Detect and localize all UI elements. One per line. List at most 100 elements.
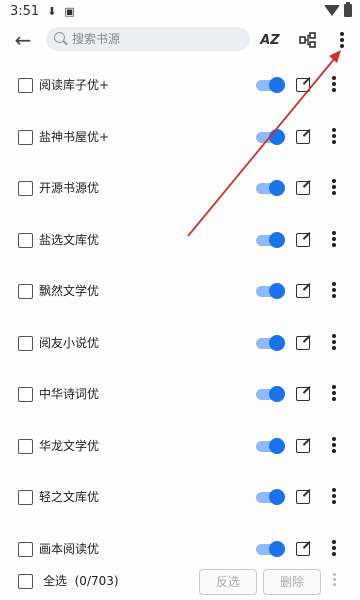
- edit-icon[interactable]: [296, 490, 310, 504]
- back-button[interactable]: ←: [10, 26, 36, 54]
- row-more-button[interactable]: [328, 230, 340, 249]
- switch-thumb: [269, 386, 285, 402]
- row-more-button[interactable]: [328, 333, 340, 352]
- row-more-button[interactable]: [328, 179, 340, 197]
- row-checkbox[interactable]: [18, 78, 33, 93]
- bottom-more-button[interactable]: [333, 573, 336, 586]
- more-vert-icon: [328, 282, 340, 298]
- row-checkbox[interactable]: [18, 541, 33, 557]
- select-all-label[interactable]: 全选 (0/703): [43, 572, 119, 590]
- more-vert-icon: [328, 179, 340, 195]
- source-name: 华龙文学优: [39, 438, 100, 453]
- switch-thumb: [269, 283, 285, 299]
- edit-icon[interactable]: [296, 181, 310, 195]
- delete-button[interactable]: 删除: [263, 569, 321, 595]
- switch-thumb: [269, 540, 285, 557]
- row-checkbox[interactable]: [18, 181, 33, 196]
- more-vert-icon: [328, 539, 340, 556]
- switch-thumb: [269, 489, 285, 505]
- enable-switch[interactable]: [256, 385, 285, 403]
- source-name: 阅读库子优+: [39, 78, 110, 92]
- more-options-button[interactable]: [332, 28, 352, 52]
- list-item[interactable]: 华龙文学优: [0, 421, 360, 473]
- enable-switch[interactable]: [256, 282, 285, 300]
- row-more-button[interactable]: [328, 539, 340, 558]
- more-vert-icon: [328, 488, 340, 504]
- edit-icon[interactable]: [296, 232, 310, 247]
- more-vert-icon: [333, 573, 336, 586]
- switch-thumb: [269, 334, 285, 351]
- source-name: 轻之文库优: [39, 490, 100, 504]
- row-more-button[interactable]: [328, 76, 340, 94]
- switch-thumb: [269, 128, 285, 145]
- wifi-icon: [324, 5, 340, 16]
- enable-switch[interactable]: [256, 179, 285, 197]
- source-name: 飘然文学优: [39, 284, 100, 298]
- download-icon: ⬇: [47, 4, 57, 18]
- enable-switch[interactable]: [256, 76, 285, 94]
- sort-button[interactable]: AZ: [258, 28, 282, 52]
- switch-thumb: [269, 180, 285, 196]
- row-checkbox[interactable]: [18, 232, 33, 248]
- list-item[interactable]: 盐选文库优: [0, 215, 360, 267]
- enable-switch[interactable]: [256, 334, 285, 352]
- edit-icon[interactable]: [296, 387, 310, 401]
- search-box[interactable]: [46, 27, 250, 51]
- row-checkbox[interactable]: [18, 387, 33, 402]
- list-item[interactable]: 盐神书屋优+: [0, 112, 360, 164]
- row-checkbox[interactable]: [18, 284, 33, 299]
- enable-switch[interactable]: [256, 488, 285, 506]
- source-name: 阅友小说优: [39, 335, 100, 350]
- source-name: 中华诗词优: [39, 387, 100, 401]
- row-more-button[interactable]: [328, 488, 340, 506]
- enable-switch[interactable]: [256, 437, 285, 455]
- group-button[interactable]: [297, 28, 319, 52]
- source-name: 画本阅读优: [39, 541, 100, 556]
- invert-selection-button[interactable]: 反选: [199, 569, 257, 595]
- source-name: 盐神书屋优+: [39, 129, 110, 144]
- enable-switch[interactable]: [256, 540, 285, 558]
- status-bar: 3:51 ⬇ ▣: [0, 0, 360, 22]
- more-vert-icon: [328, 230, 340, 247]
- more-vert-icon: [340, 32, 344, 48]
- row-checkbox[interactable]: [18, 335, 33, 351]
- row-more-button[interactable]: [328, 127, 340, 146]
- list-item[interactable]: 轻之文库优: [0, 472, 360, 524]
- edit-icon[interactable]: [296, 438, 310, 453]
- more-vert-icon: [328, 385, 340, 401]
- row-checkbox[interactable]: [18, 438, 33, 454]
- row-checkbox[interactable]: [18, 490, 33, 505]
- edit-icon[interactable]: [296, 335, 310, 350]
- switch-thumb: [269, 437, 285, 454]
- switch-thumb: [269, 77, 285, 93]
- switch-thumb: [269, 231, 285, 248]
- edit-icon[interactable]: [296, 129, 310, 144]
- row-more-button[interactable]: [328, 282, 340, 300]
- enable-switch[interactable]: [256, 128, 285, 146]
- search-icon: [54, 32, 65, 43]
- row-checkbox[interactable]: [18, 129, 33, 145]
- more-vert-icon: [328, 333, 340, 350]
- list-item[interactable]: 阅读库子优+: [0, 60, 360, 112]
- search-input[interactable]: [72, 27, 242, 51]
- list-item[interactable]: 阅友小说优: [0, 318, 360, 370]
- enable-switch[interactable]: [256, 231, 285, 249]
- group-icon: [299, 32, 316, 48]
- app-a-icon: ▣: [64, 4, 75, 18]
- row-more-button[interactable]: [328, 436, 340, 455]
- select-all-checkbox[interactable]: [18, 574, 33, 589]
- row-more-button[interactable]: [328, 385, 340, 403]
- sort-az-icon: AZ: [260, 32, 280, 48]
- edit-icon[interactable]: [296, 78, 310, 92]
- more-vert-icon: [328, 436, 340, 453]
- toolbar: ← AZ: [0, 22, 360, 58]
- source-name: 开源书源优: [39, 181, 100, 195]
- status-time: 3:51: [10, 3, 40, 19]
- more-vert-icon: [328, 127, 340, 144]
- list-item[interactable]: 飘然文学优: [0, 266, 360, 318]
- edit-icon[interactable]: [296, 541, 310, 556]
- more-vert-icon: [328, 76, 340, 92]
- edit-icon[interactable]: [296, 284, 310, 298]
- list-item[interactable]: 中华诗词优: [0, 369, 360, 421]
- list-item[interactable]: 开源书源优: [0, 163, 360, 215]
